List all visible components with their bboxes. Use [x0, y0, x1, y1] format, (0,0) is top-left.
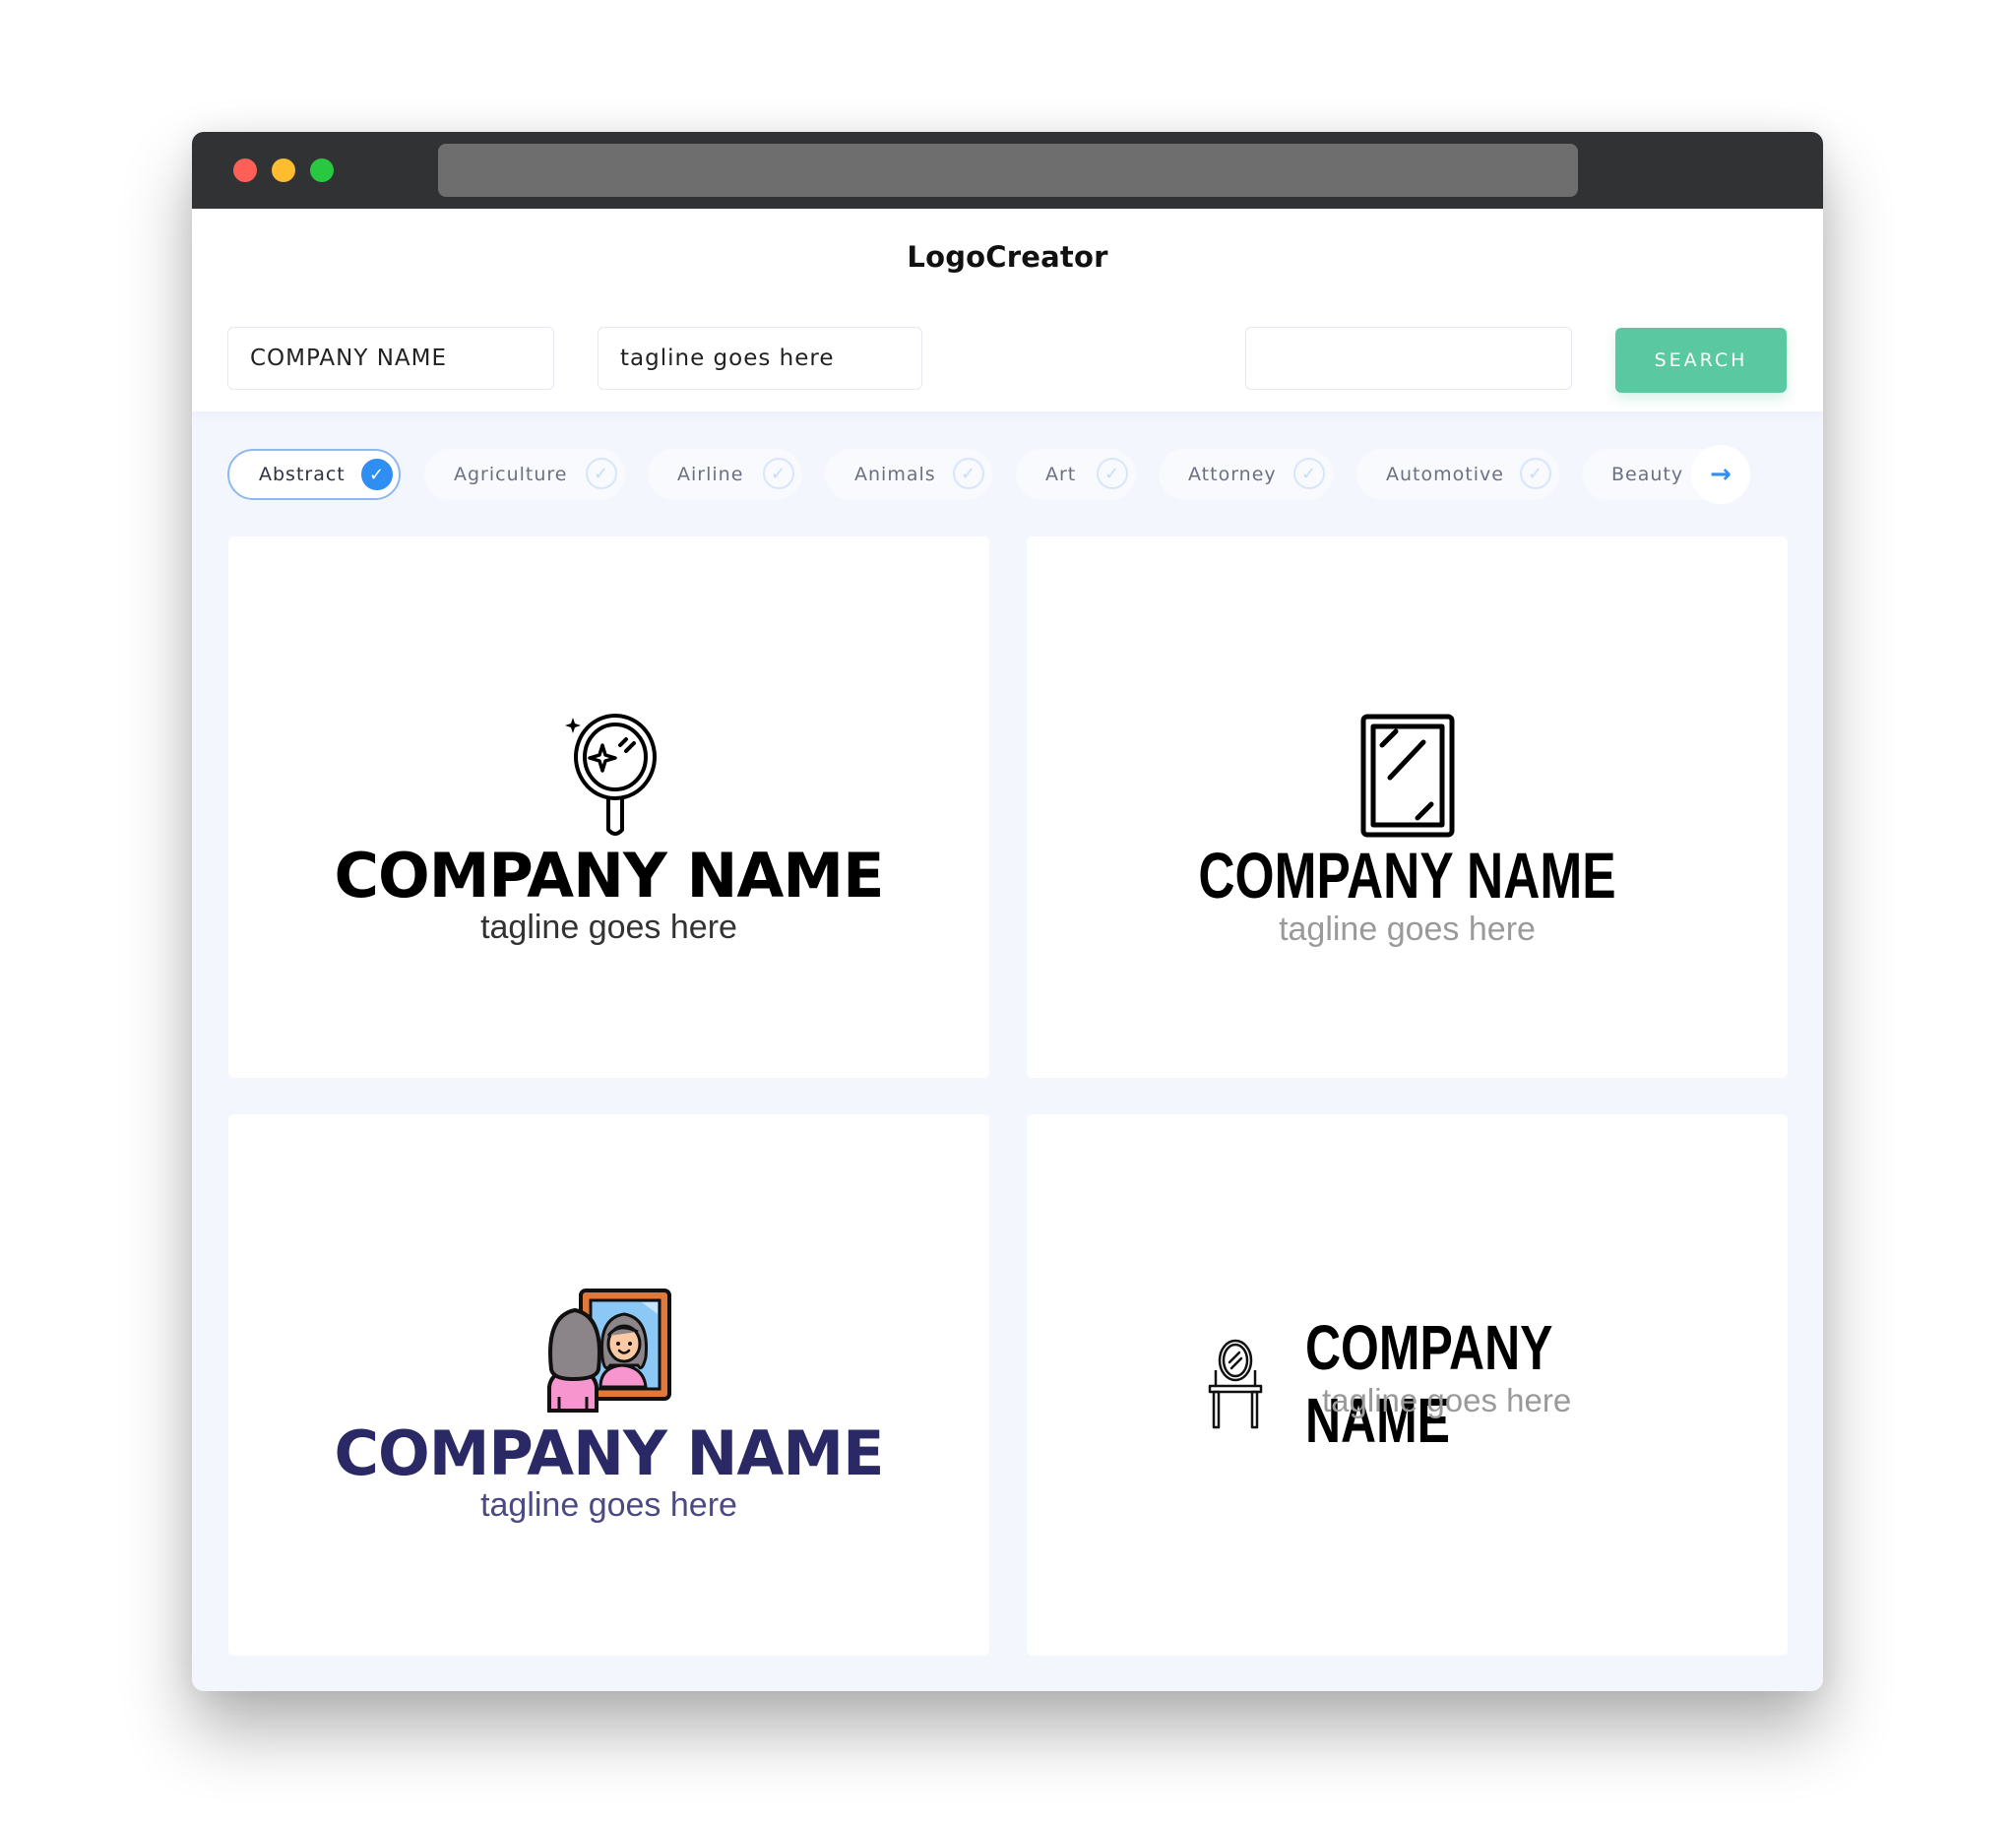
- category-chip-animals[interactable]: Animals ✓: [825, 449, 992, 500]
- check-icon: ✓: [586, 458, 617, 489]
- keyword-input[interactable]: [1245, 327, 1572, 390]
- logo-card[interactable]: COMPANY NAME tagline goes here: [228, 1114, 989, 1656]
- tagline-input[interactable]: tagline goes here: [598, 327, 922, 390]
- vanity-table-icon: [1208, 1339, 1263, 1429]
- tagline-text: tagline goes here: [480, 909, 737, 946]
- company-name-input[interactable]: COMPANY NAME: [227, 327, 554, 390]
- tagline-text: tagline goes here: [1322, 1382, 1572, 1418]
- check-icon: ✓: [1097, 458, 1128, 489]
- browser-window: LogoCreator COMPANY NAME tagline goes he…: [192, 132, 1823, 1691]
- title-bar: [192, 132, 1823, 209]
- category-chip-airline[interactable]: Airline ✓: [648, 449, 802, 500]
- brand-logo[interactable]: LogoCreator: [907, 240, 1107, 274]
- company-name-text: COMPANY NAME: [334, 840, 885, 912]
- category-chip-agriculture[interactable]: Agriculture ✓: [424, 449, 625, 500]
- company-name-text: COMPANY NAME: [334, 1417, 885, 1489]
- check-icon: ✓: [763, 458, 794, 489]
- tagline-text: tagline goes here: [480, 1486, 737, 1524]
- category-filter-bar: Abstract ✓ Agriculture ✓ Airline ✓ Anima…: [227, 449, 1763, 506]
- minimize-window-button[interactable]: [272, 158, 295, 182]
- search-button[interactable]: SEARCH: [1615, 328, 1787, 393]
- category-label: Art: [1045, 464, 1077, 485]
- woman-mirror-reflection-icon: [547, 1289, 671, 1413]
- category-label: Animals: [854, 464, 936, 485]
- category-label: Abstract: [259, 464, 346, 485]
- check-icon: ✓: [361, 459, 393, 490]
- category-label: Airline: [677, 464, 744, 485]
- app-header: LogoCreator: [192, 209, 1823, 310]
- check-icon: ✓: [953, 458, 984, 489]
- category-chip-attorney[interactable]: Attorney ✓: [1159, 449, 1333, 500]
- wall-mirror-icon: [1360, 714, 1455, 838]
- maximize-window-button[interactable]: [310, 158, 334, 182]
- search-bar: COMPANY NAME tagline goes here SEARCH: [192, 310, 1823, 411]
- category-label: Agriculture: [454, 464, 568, 485]
- close-window-button[interactable]: [233, 158, 257, 182]
- hand-mirror-sparkle-icon: [565, 714, 657, 836]
- company-name-text: COMPANY NAME: [1198, 839, 1616, 912]
- logo-card[interactable]: COMPANY NAME tagline goes here: [1027, 536, 1788, 1078]
- category-label: Beauty: [1611, 464, 1684, 485]
- address-bar[interactable]: [438, 144, 1578, 197]
- check-icon: ✓: [1293, 458, 1325, 489]
- scroll-categories-next-button[interactable]: →: [1691, 445, 1750, 504]
- arrow-right-icon: →: [1710, 460, 1732, 489]
- category-label: Attorney: [1188, 464, 1277, 485]
- check-icon: ✓: [1520, 458, 1551, 489]
- category-chip-abstract[interactable]: Abstract ✓: [227, 449, 401, 500]
- logo-card[interactable]: COMPANY NAME tagline goes here: [228, 536, 989, 1078]
- logo-card[interactable]: COMPANY NAME tagline goes here: [1027, 1114, 1788, 1656]
- category-label: Automotive: [1386, 464, 1504, 485]
- category-chip-art[interactable]: Art ✓: [1016, 449, 1136, 500]
- category-chip-automotive[interactable]: Automotive ✓: [1356, 449, 1559, 500]
- tagline-text: tagline goes here: [1279, 911, 1536, 948]
